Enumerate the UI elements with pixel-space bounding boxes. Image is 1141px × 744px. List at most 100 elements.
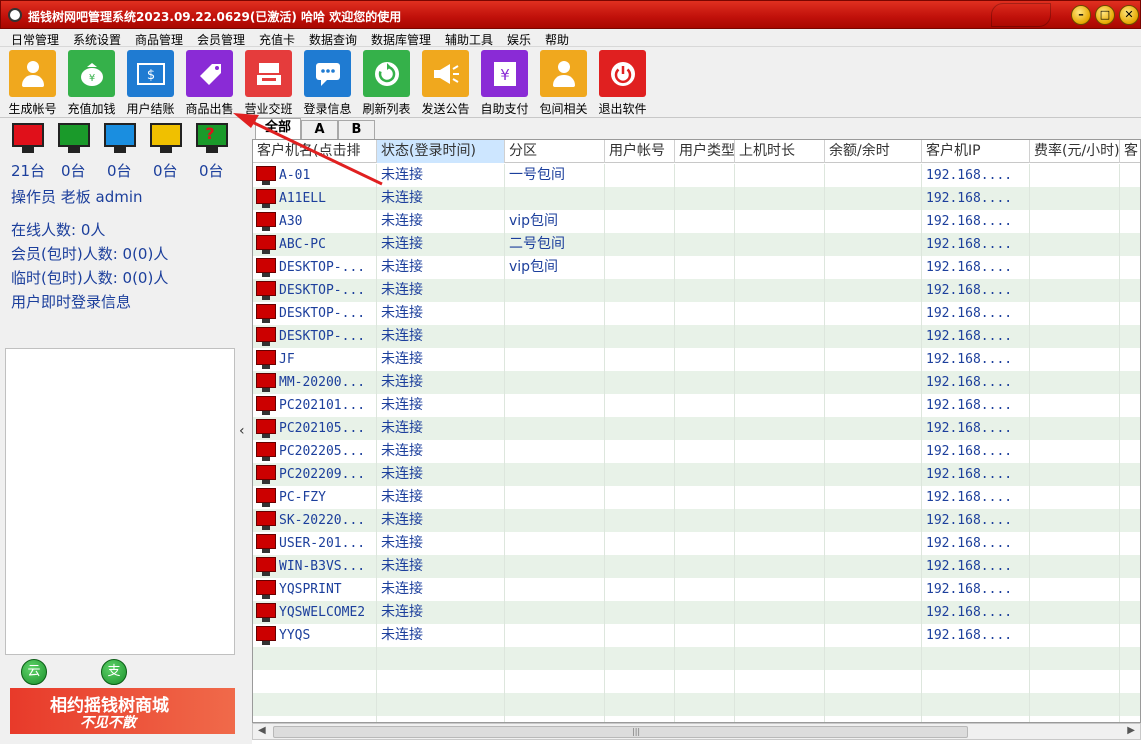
table-row[interactable]: DESKTOP-... 未连接 192.168.... (253, 325, 1140, 348)
computer-icon (256, 557, 276, 577)
toolbar-label: 自助支付 (480, 102, 529, 116)
private-room-button[interactable]: 包间相关 (536, 50, 591, 116)
table-cell (1030, 532, 1120, 555)
monitor-icon[interactable] (58, 123, 90, 155)
table-row[interactable]: PC202105... 未连接 192.168.... (253, 417, 1140, 440)
table-row[interactable]: ABC-PC 未连接 二号包间 192.168.... (253, 233, 1140, 256)
goods-sale-button[interactable]: 商品出售 (182, 50, 237, 116)
login-message-box[interactable] (5, 348, 235, 655)
table-row[interactable]: DESKTOP-... 未连接 vip包间 192.168.... (253, 256, 1140, 279)
table-cell (1030, 578, 1120, 601)
close-button[interactable]: ✕ (1119, 5, 1139, 25)
tab-b[interactable]: B (338, 120, 375, 139)
exit-software-button[interactable]: 退出软件 (595, 50, 650, 116)
table-row[interactable]: JF 未连接 192.168.... (253, 348, 1140, 371)
column-header-zone[interactable]: 分区 (505, 140, 605, 163)
send-announcement-button[interactable]: 发送公告 (418, 50, 473, 116)
table-row[interactable] (253, 647, 1140, 670)
column-header-client-ip[interactable]: 客户机IP (922, 140, 1030, 163)
tab-a[interactable]: A (301, 120, 338, 139)
table-row[interactable]: SK-20220... 未连接 192.168.... (253, 509, 1140, 532)
client-name-cell: USER-201... (253, 532, 377, 555)
table-row[interactable]: PC202101... 未连接 192.168.... (253, 394, 1140, 417)
client-name-cell: WIN-B3VS... (253, 555, 377, 578)
table-row[interactable]: PC-FZY 未连接 192.168.... (253, 486, 1140, 509)
ip-cell: 192.168.... (922, 440, 1030, 463)
column-header-rate[interactable]: 费率(元/小时) (1030, 140, 1120, 163)
column-header-user-type[interactable]: 用户类型 (675, 140, 735, 163)
table-row[interactable]: YYQS 未连接 192.168.... (253, 624, 1140, 647)
user-checkout-button[interactable]: $ 用户结账 (123, 50, 178, 116)
scroll-left-icon[interactable]: ◀ (258, 725, 266, 736)
menu-item-data-query[interactable]: 数据查询 (309, 31, 357, 48)
shift-handover-button[interactable]: 营业交班 (241, 50, 296, 116)
table-row[interactable]: MM-20200... 未连接 192.168.... (253, 371, 1140, 394)
table-row[interactable]: PC202205... 未连接 192.168.... (253, 440, 1140, 463)
pay-button[interactable]: 支付 (101, 659, 127, 703)
column-header-client-name[interactable]: 客户机名(点击排 (253, 140, 377, 163)
unknown-count: 0台 (199, 162, 224, 180)
table-row[interactable] (253, 716, 1140, 722)
generate-account-button[interactable]: 生成帐号 (5, 50, 60, 116)
table-row[interactable]: A-01 未连接 一号包间 192.168.... (253, 164, 1140, 187)
table-row[interactable]: YQSPRINT 未连接 192.168.... (253, 578, 1140, 601)
panel-splitter[interactable]: ‹ (236, 118, 252, 744)
table-cell (1120, 624, 1140, 647)
menu-item-database[interactable]: 数据库管理 (371, 31, 431, 48)
column-header-account[interactable]: 用户帐号 (605, 140, 675, 163)
cloud-button[interactable]: 云 (21, 659, 47, 685)
question-monitor-icon[interactable]: ? (196, 123, 228, 155)
table-row[interactable]: A11ELL 未连接 192.168.... (253, 187, 1140, 210)
scrollbar-thumb[interactable]: ||| (273, 726, 968, 738)
power-icon (599, 50, 646, 97)
status-cell: 未连接 (377, 187, 505, 210)
table-row[interactable] (253, 670, 1140, 693)
table-cell (675, 532, 735, 555)
monitor-icon[interactable] (150, 123, 182, 155)
table-row[interactable] (253, 693, 1140, 716)
left-panel: ? 21台 0台 0台 0台 0台 操作员 老板 admin 在线人数: 0人 … (0, 118, 236, 744)
table-row[interactable]: DESKTOP-... 未连接 192.168.... (253, 302, 1140, 325)
monitor-icon[interactable] (104, 123, 136, 155)
recharge-button[interactable]: ¥ 充值加钱 (64, 50, 119, 116)
menu-item-tools[interactable]: 辅助工具 (445, 31, 493, 48)
column-header-balance[interactable]: 余额/余时 (825, 140, 922, 163)
scroll-right-icon[interactable]: ▶ (1127, 725, 1135, 736)
menu-item-help[interactable]: 帮助 (545, 31, 569, 48)
table-row[interactable]: PC202209... 未连接 192.168.... (253, 463, 1140, 486)
monitor-icon[interactable] (12, 123, 44, 155)
column-header-extra[interactable]: 客 (1120, 140, 1140, 163)
login-info-button[interactable]: 登录信息 (300, 50, 355, 116)
column-header-status[interactable]: 状态(登录时间) (377, 140, 505, 163)
menu-item-goods[interactable]: 商品管理 (135, 31, 183, 48)
table-cell (825, 532, 922, 555)
table-cell (1030, 302, 1120, 325)
table-cell (675, 187, 735, 210)
menu-item-recharge-card[interactable]: 充值卡 (259, 31, 295, 48)
tab-all[interactable]: 全部 (255, 118, 301, 139)
collapse-arrow-icon[interactable]: ‹ (239, 423, 245, 439)
minimize-button[interactable]: – (1071, 5, 1091, 25)
table-row[interactable]: YQSWELCOME2 未连接 192.168.... (253, 601, 1140, 624)
table-cell (1120, 187, 1140, 210)
table-row[interactable]: DESKTOP-... 未连接 192.168.... (253, 279, 1140, 302)
question-glyph: ? (205, 124, 215, 143)
refresh-list-button[interactable]: 刷新列表 (359, 50, 414, 116)
table-cell (605, 256, 675, 279)
table-cell (1120, 348, 1140, 371)
promo-banner[interactable]: 相约摇钱树商城 不见不散 (10, 688, 235, 734)
menu-item-members[interactable]: 会员管理 (197, 31, 245, 48)
table-cell (735, 164, 825, 187)
menu-item-system-settings[interactable]: 系统设置 (73, 31, 121, 48)
table-row[interactable]: USER-201... 未连接 192.168.... (253, 532, 1140, 555)
column-header-duration[interactable]: 上机时长 (735, 140, 825, 163)
empty-cell (1120, 693, 1140, 716)
maximize-button[interactable]: □ (1095, 5, 1115, 25)
table-row[interactable]: WIN-B3VS... 未连接 192.168.... (253, 555, 1140, 578)
self-pay-button[interactable]: ¥ 自助支付 (477, 50, 532, 116)
client-name: YQSPRINT (279, 582, 342, 597)
menu-item-daily[interactable]: 日常管理 (11, 31, 59, 48)
horizontal-scrollbar[interactable]: ◀ ||| ▶ (252, 723, 1141, 740)
menu-item-entertainment[interactable]: 娱乐 (507, 31, 531, 48)
table-row[interactable]: A30 未连接 vip包间 192.168.... (253, 210, 1140, 233)
